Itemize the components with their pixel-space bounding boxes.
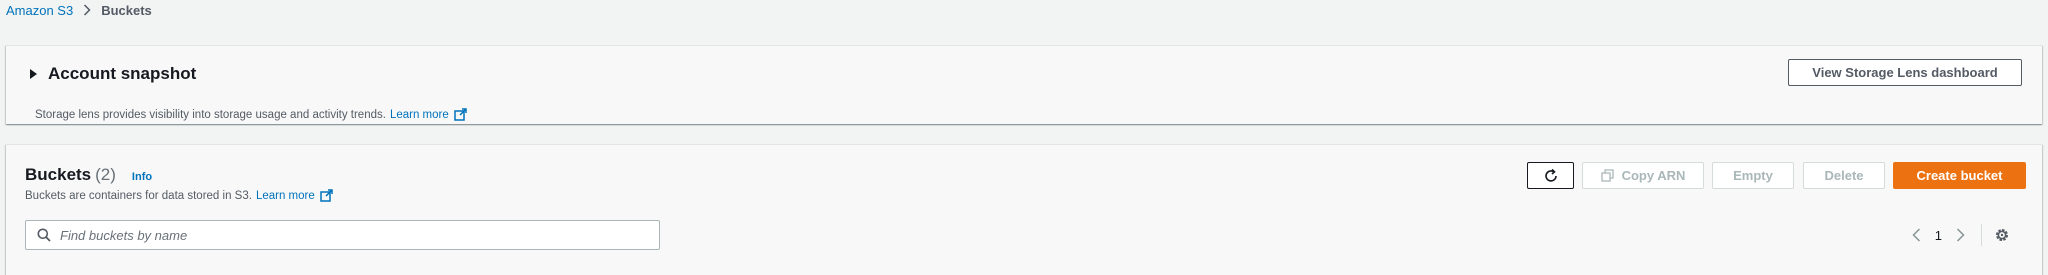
view-storage-lens-dashboard-button[interactable]: View Storage Lens dashboard xyxy=(1788,59,2022,86)
buckets-description: Buckets are containers for data stored i… xyxy=(25,189,333,202)
account-snapshot-header[interactable]: Account snapshot xyxy=(26,64,196,84)
copy-icon xyxy=(1600,169,1614,182)
settings-gear-icon[interactable] xyxy=(1994,227,2010,243)
empty-button[interactable]: Empty xyxy=(1712,162,1794,189)
page-number[interactable]: 1 xyxy=(1935,228,1942,243)
account-snapshot-panel: Account snapshot Storage lens provides v… xyxy=(6,45,2042,124)
buckets-panel: Buckets (2) Info Buckets are containers … xyxy=(6,144,2042,275)
refresh-button[interactable] xyxy=(1527,162,1574,189)
account-snapshot-description-text: Storage lens provides visibility into st… xyxy=(35,108,386,121)
find-buckets-search[interactable]: Find buckets by name xyxy=(25,220,660,250)
external-link-icon xyxy=(320,189,333,202)
external-link-icon xyxy=(454,108,467,121)
buckets-count: (2) xyxy=(95,165,116,184)
copy-arn-label: Copy ARN xyxy=(1621,168,1686,183)
breadcrumb-amazon-s3-link[interactable]: Amazon S3 xyxy=(6,3,73,18)
buckets-learn-more-label: Learn more xyxy=(255,189,315,202)
refresh-icon xyxy=(1543,168,1559,184)
info-link[interactable]: Info xyxy=(132,171,152,183)
chevron-right-icon xyxy=(83,4,91,16)
snapshot-learn-more-label: Learn more xyxy=(389,108,449,121)
copy-arn-button[interactable]: Copy ARN xyxy=(1582,162,1704,189)
snapshot-learn-more-link[interactable]: Learn more xyxy=(390,108,467,121)
breadcrumb: Amazon S3 Buckets xyxy=(6,0,152,20)
buckets-title: Buckets xyxy=(25,165,92,184)
buckets-description-text: Buckets are containers for data stored i… xyxy=(25,189,252,202)
breadcrumb-current: Buckets xyxy=(101,2,152,18)
search-input[interactable]: Find buckets by name xyxy=(60,228,187,243)
chevron-left-icon[interactable] xyxy=(1912,228,1921,242)
pagination: 1 xyxy=(1912,224,2010,246)
create-bucket-button[interactable]: Create bucket xyxy=(1893,162,2026,189)
pager-divider xyxy=(1981,224,1982,246)
expand-caret-icon[interactable] xyxy=(30,69,37,79)
search-icon xyxy=(37,228,51,242)
chevron-right-icon[interactable] xyxy=(1956,228,1965,242)
delete-button[interactable]: Delete xyxy=(1803,162,1885,189)
account-snapshot-title: Account snapshot xyxy=(48,64,197,83)
buckets-learn-more-link[interactable]: Learn more xyxy=(256,189,333,202)
account-snapshot-description: Storage lens provides visibility into st… xyxy=(35,108,467,121)
buckets-header: Buckets (2) Info xyxy=(25,165,152,185)
